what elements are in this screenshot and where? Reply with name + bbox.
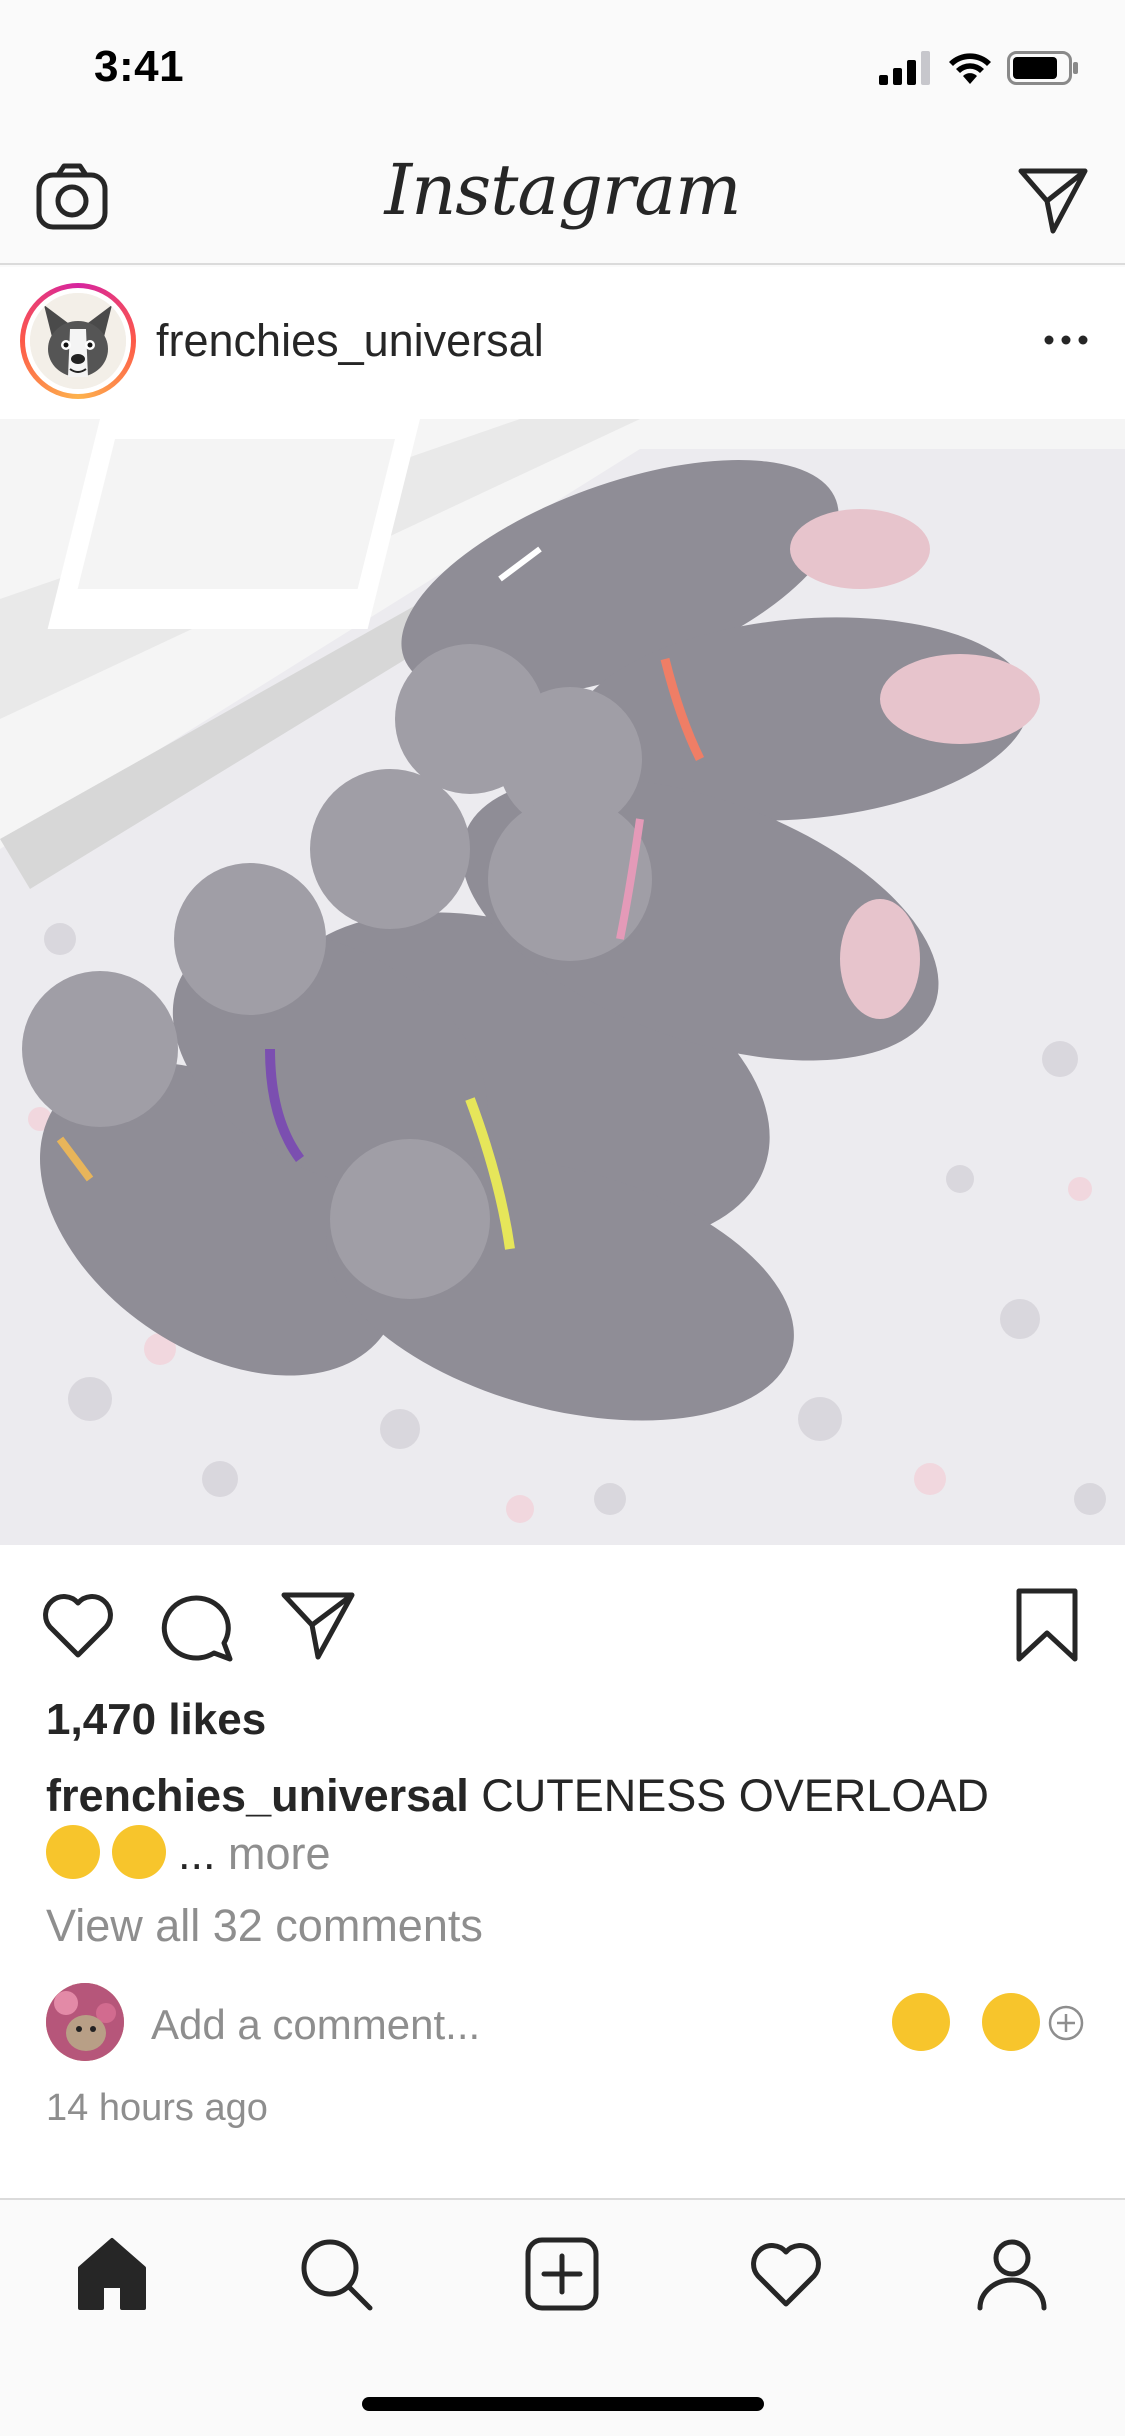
current-user-avatar <box>46 1983 124 2061</box>
add-emoji-plus-icon[interactable] <box>1046 2003 1086 2043</box>
share-paper-plane-icon[interactable] <box>278 1585 358 1665</box>
view-all-comments-link[interactable]: View all 32 comments <box>46 1900 483 1952</box>
profile-icon[interactable] <box>972 2234 1052 2314</box>
search-icon[interactable] <box>296 2234 376 2314</box>
more-dots-icon[interactable] <box>1041 315 1091 365</box>
caption: frenchies_universal CUTENESS OVERLOAD ..… <box>46 1767 1086 1883</box>
activity-heart-icon[interactable] <box>746 2234 826 2314</box>
status-time: 3:41 <box>94 42 185 91</box>
status-bar: 3:41 <box>0 0 1125 135</box>
post-photo[interactable] <box>0 419 1125 1545</box>
bookmark-icon[interactable] <box>1007 1585 1087 1665</box>
story-ring[interactable] <box>20 283 136 399</box>
caption-more-link[interactable]: more <box>228 1828 331 1879</box>
avatar <box>30 293 126 389</box>
user-avatar-icon <box>46 1983 124 2061</box>
post-timestamp: 14 hours ago <box>46 2087 268 2129</box>
instagram-feed-screen: 3:41 Instagram frenchies_universal 1,470… <box>0 0 1125 2436</box>
post-header: frenchies_universal <box>0 267 1125 419</box>
post-actions <box>0 1545 1125 1695</box>
comment-bubble-icon[interactable] <box>158 1585 238 1665</box>
top-navigation: Instagram <box>0 135 1125 265</box>
add-post-icon[interactable] <box>522 2234 602 2314</box>
add-comment-input[interactable]: Add a comment... <box>151 2001 480 2049</box>
post-details: 1,470 likes frenchies_universal CUTENESS… <box>0 1695 1125 2205</box>
french-bulldog-avatar-icon <box>30 293 126 389</box>
battery-icon <box>1007 51 1078 85</box>
home-indicator <box>362 2397 764 2411</box>
direct-message-icon[interactable] <box>1015 161 1091 237</box>
likes-count[interactable]: 1,470 likes <box>46 1695 266 1745</box>
caption-ellipsis: ... <box>178 1828 216 1879</box>
bottom-tab-bar <box>0 2198 1125 2436</box>
pleading-face-emoji-icon <box>112 1825 166 1879</box>
puppies-photo-illustration <box>0 419 1125 1545</box>
instagram-logo: Instagram <box>384 149 742 231</box>
heart-icon[interactable] <box>38 1585 118 1665</box>
caption-username[interactable]: frenchies_universal <box>46 1770 469 1821</box>
thinking-emoji-icon[interactable] <box>982 1993 1040 2051</box>
wifi-icon <box>949 53 991 84</box>
home-icon[interactable] <box>72 2234 152 2314</box>
laughing-emoji-icon[interactable] <box>892 1993 950 2051</box>
add-comment-row: Add a comment... <box>46 1983 1086 2067</box>
caption-text: CUTENESS OVERLOAD <box>481 1770 989 1821</box>
status-icons <box>879 48 1081 88</box>
cellular-signal-icon <box>879 51 930 85</box>
avatar-frame <box>25 288 131 394</box>
post-username[interactable]: frenchies_universal <box>156 315 544 367</box>
pleading-face-emoji-icon <box>46 1825 100 1879</box>
